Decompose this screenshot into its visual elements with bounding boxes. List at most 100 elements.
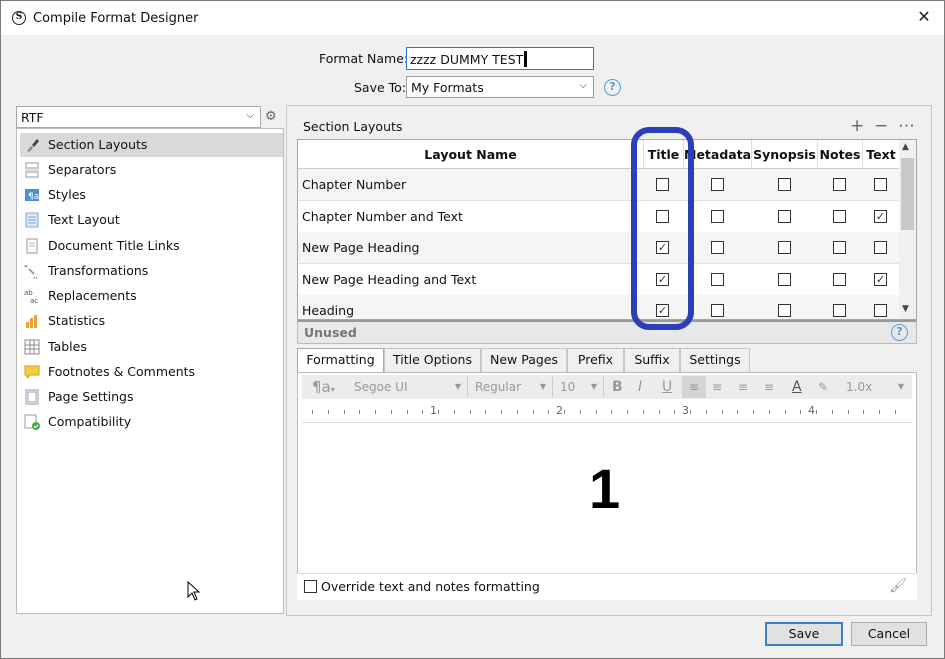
synopsis-checkbox[interactable] <box>778 241 791 254</box>
check-icon <box>24 414 40 430</box>
sidebar-item-text-layout[interactable]: Text Layout <box>20 208 283 232</box>
column-header-layout-name[interactable]: Layout Name <box>298 140 644 169</box>
tab-prefix[interactable]: Prefix <box>567 348 624 372</box>
sidebar-item-section-layouts[interactable]: Section Layouts <box>20 133 283 157</box>
scroll-up-icon[interactable]: ▲ <box>902 142 909 152</box>
table-row[interactable]: Chapter Number and Text ✓ <box>298 201 900 233</box>
synopsis-checkbox[interactable] <box>778 304 791 317</box>
metadata-checkbox[interactable] <box>711 272 724 286</box>
tab-new-pages[interactable]: New Pages <box>481 348 567 372</box>
text-checkbox[interactable] <box>874 304 887 317</box>
layout-name-cell: New Page Heading <box>302 240 420 255</box>
svg-text:¶a: ¶a <box>28 192 39 202</box>
table-row[interactable]: Heading ✓ <box>298 295 900 319</box>
ruler-tick <box>422 410 424 414</box>
notes-checkbox[interactable] <box>833 178 846 191</box>
column-header-notes[interactable]: Notes <box>818 140 863 169</box>
table-row[interactable]: Chapter Number <box>298 169 900 201</box>
ruler-tick <box>784 410 786 414</box>
synopsis-checkbox[interactable] <box>778 272 791 286</box>
align-right-icon[interactable]: ≡ <box>764 375 774 399</box>
font-style-select[interactable]: Regular ▼ <box>471 377 553 397</box>
window-title: Compile Format Designer <box>33 11 199 26</box>
sidebar-item-compatibility[interactable]: Compatibility <box>20 410 283 434</box>
metadata-checkbox[interactable] <box>711 241 724 254</box>
text-color-icon[interactable]: A <box>792 375 802 399</box>
tab-settings[interactable]: Settings <box>680 348 750 372</box>
paragraph-style-icon[interactable]: ¶a▾ <box>312 375 335 399</box>
ruler-tick <box>359 410 361 414</box>
line-spacing-select[interactable]: 1.0x ▼ <box>842 377 910 397</box>
notes-checkbox[interactable] <box>833 272 846 286</box>
column-header-text[interactable]: Text <box>863 140 900 169</box>
sidebar-item-replacements[interactable]: ab ac Replacements <box>20 284 283 308</box>
gear-icon[interactable]: ⚙ <box>265 109 277 124</box>
sidebar-item-statistics[interactable]: Statistics <box>20 309 283 333</box>
save-to-value: My Formats <box>411 80 484 95</box>
italic-icon[interactable]: I <box>638 375 642 399</box>
tab-formatting[interactable]: Formatting <box>297 348 384 373</box>
bold-icon[interactable]: B <box>612 375 623 399</box>
remove-layout-icon[interactable]: − <box>874 116 888 136</box>
title-column-highlight <box>631 127 694 330</box>
ruler-tick <box>516 410 518 414</box>
text-checkbox[interactable] <box>874 178 887 191</box>
format-name-field[interactable]: zzzz DUMMY TEST <box>406 47 594 70</box>
override-checkbox[interactable] <box>304 580 317 593</box>
scroll-down-icon[interactable]: ▼ <box>902 304 909 314</box>
help-icon[interactable]: ? <box>891 324 908 341</box>
output-format-select[interactable]: RTF ⌵ <box>16 106 261 128</box>
sidebar-item-separators[interactable]: Separators <box>20 158 283 182</box>
align-justify-icon[interactable]: ≡ <box>738 375 748 399</box>
unused-layouts-bar[interactable]: Unused ? <box>297 320 917 344</box>
tab-suffix[interactable]: Suffix <box>624 348 680 372</box>
save-to-select[interactable]: My Formats ⌵ <box>406 76 594 98</box>
add-layout-icon[interactable]: + <box>850 116 864 136</box>
font-family-select[interactable]: Segoe UI ▼ <box>350 377 468 397</box>
column-header-synopsis[interactable]: Synopsis <box>752 140 818 169</box>
chevron-down-icon: ⌵ <box>579 80 587 91</box>
metadata-checkbox[interactable] <box>711 209 724 223</box>
ruler-tick <box>879 410 880 414</box>
cancel-button[interactable]: Cancel <box>851 622 927 646</box>
unused-label: Unused <box>304 325 357 340</box>
notes-checkbox[interactable] <box>833 304 846 317</box>
chevron-down-icon: ⌵ <box>246 110 254 121</box>
save-button[interactable]: Save <box>765 622 843 646</box>
scroll-thumb[interactable] <box>901 158 914 230</box>
text-checkbox[interactable] <box>874 241 887 254</box>
notes-checkbox[interactable] <box>833 209 846 223</box>
preview-text: 1 <box>589 457 621 520</box>
align-left-icon[interactable]: ≡ <box>682 376 706 398</box>
close-icon[interactable]: ✕ <box>914 7 934 27</box>
ruler[interactable]: 1 2 3 4 <box>302 401 912 423</box>
font-size-select[interactable]: 10 ▼ <box>556 377 604 397</box>
sidebar-item-document-title-links[interactable]: Document Title Links <box>20 234 283 258</box>
metadata-checkbox[interactable] <box>711 304 724 317</box>
notes-checkbox[interactable] <box>833 241 846 254</box>
sidebar-item-footnotes-comments[interactable]: Footnotes & Comments <box>20 360 283 384</box>
sidebar-item-transformations[interactable]: ",, Transformations <box>20 259 283 283</box>
synopsis-checkbox[interactable] <box>778 209 791 223</box>
table-row[interactable]: New Page Heading ✓ <box>298 232 900 264</box>
synopsis-checkbox[interactable] <box>778 178 791 191</box>
text-checkbox[interactable]: ✓ <box>874 209 887 223</box>
format-sidebar: Section Layouts Separators ¶a Styles Tex… <box>16 128 284 614</box>
save-to-label: Save To: <box>354 80 407 95</box>
text-checkbox[interactable]: ✓ <box>874 272 887 286</box>
table-row[interactable]: New Page Heading and Text ✓ ✓ <box>298 264 900 296</box>
underline-icon[interactable]: U <box>662 375 672 399</box>
more-options-icon[interactable]: ⋯ <box>898 116 915 136</box>
metadata-checkbox[interactable] <box>711 178 724 191</box>
highlight-pen-icon[interactable]: ✎ <box>818 375 828 399</box>
override-row: Override text and notes formatting 🖌 <box>297 573 917 600</box>
sidebar-item-page-settings[interactable]: Page Settings <box>20 385 283 409</box>
align-center-icon[interactable]: ≡ <box>712 375 722 399</box>
sidebar-item-tables[interactable]: Tables <box>20 335 283 359</box>
tab-title-options[interactable]: Title Options <box>384 348 481 372</box>
paintbrush-icon[interactable]: 🖌 <box>889 578 907 594</box>
column-header-metadata[interactable]: Metadata <box>684 140 752 169</box>
help-icon[interactable]: ? <box>604 79 621 96</box>
sidebar-item-styles[interactable]: ¶a Styles <box>20 183 283 207</box>
table-scrollbar[interactable]: ▲ ▼ <box>899 140 916 319</box>
